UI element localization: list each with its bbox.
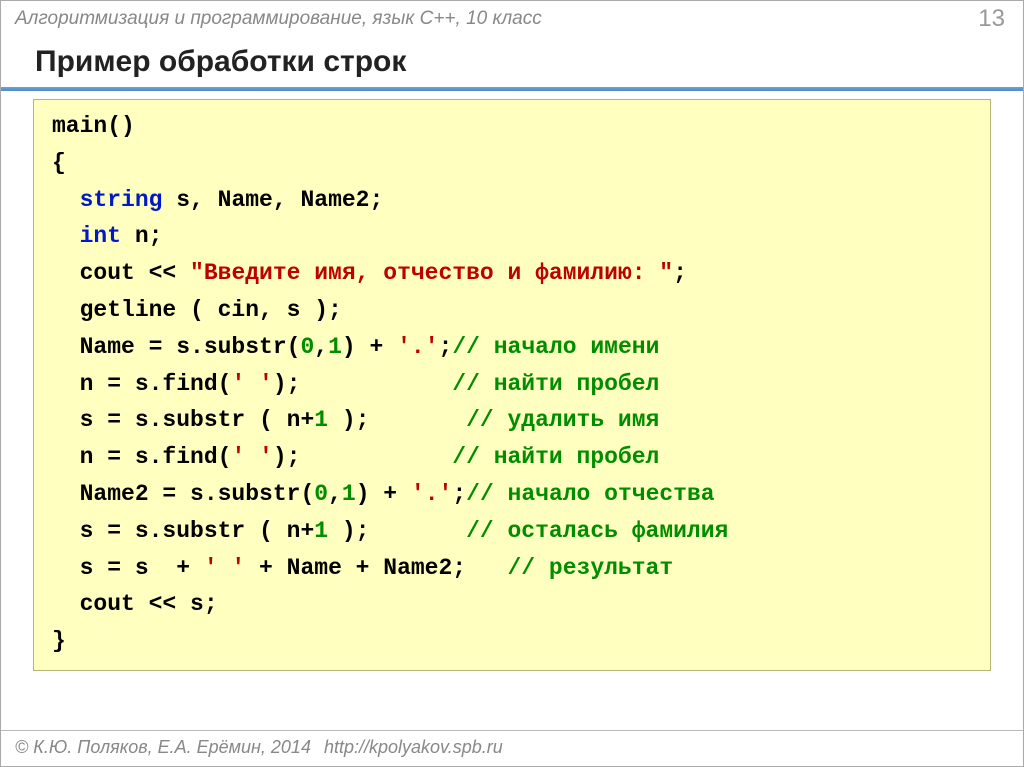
page-title: Пример обработки строк <box>1 39 1023 87</box>
code-text <box>52 187 80 213</box>
number: 1 <box>328 334 342 360</box>
footer-url: http://kpolyakov.spb.ru <box>324 737 503 757</box>
comment: // результат <box>508 555 674 581</box>
code-text: n = s.find( <box>52 371 231 397</box>
code-text: s = s.substr ( n+ <box>52 518 314 544</box>
code-text: s = s.substr ( n+ <box>52 407 314 433</box>
code-line: getline ( cin, s ); <box>52 297 342 323</box>
subject-text: Алгоритмизация и программирование, язык … <box>15 8 542 30</box>
comment: // найти пробел <box>452 371 659 397</box>
page-number: 13 <box>978 5 1009 33</box>
code-text: s, Name, Name2; <box>162 187 383 213</box>
code-text: cout << <box>52 260 190 286</box>
code-text: + Name + Name2; <box>245 555 507 581</box>
keyword: string <box>80 187 163 213</box>
code-line: main() <box>52 113 135 139</box>
code-block: main() { string s, Name, Name2; int n; c… <box>33 99 991 671</box>
comment: // найти пробел <box>452 444 659 470</box>
copyright-text: © К.Ю. Поляков, Е.А. Ерёмин, 2014 <box>15 737 311 757</box>
char-literal: ' ' <box>204 555 245 581</box>
code-text: ) + <box>356 481 411 507</box>
code-text: Name2 = s.substr( <box>52 481 314 507</box>
header-bar: Алгоритмизация и программирование, язык … <box>1 1 1023 39</box>
code-text: n; <box>121 223 162 249</box>
code-text: ); <box>273 371 452 397</box>
code-text: ; <box>673 260 687 286</box>
code-text: ); <box>328 407 466 433</box>
number: 0 <box>300 334 314 360</box>
number: 1 <box>314 518 328 544</box>
code-text: ) + <box>342 334 397 360</box>
comment: // удалить имя <box>466 407 659 433</box>
char-literal: ' ' <box>231 371 272 397</box>
char-literal: '.' <box>397 334 438 360</box>
code-line: } <box>52 628 66 654</box>
comment: // начало имени <box>452 334 659 360</box>
number: 1 <box>342 481 356 507</box>
char-literal: '.' <box>411 481 452 507</box>
code-text: , <box>314 334 328 360</box>
footer-bar: © К.Ю. Поляков, Е.А. Ерёмин, 2014 http:/… <box>1 730 1023 766</box>
number: 0 <box>314 481 328 507</box>
code-text: ; <box>452 481 466 507</box>
code-line: cout << s; <box>52 591 218 617</box>
char-literal: ' ' <box>231 444 272 470</box>
code-text <box>52 223 80 249</box>
slide: Алгоритмизация и программирование, язык … <box>0 0 1024 767</box>
code-text: n = s.find( <box>52 444 231 470</box>
code-text: , <box>328 481 342 507</box>
comment: // начало отчества <box>466 481 714 507</box>
title-rule <box>1 87 1023 91</box>
string-literal: "Введите имя, отчество и фамилию: " <box>190 260 673 286</box>
comment: // осталась фамилия <box>466 518 728 544</box>
code-text: ); <box>328 518 466 544</box>
number: 1 <box>314 407 328 433</box>
code-text: Name = s.substr( <box>52 334 300 360</box>
code-text: ; <box>439 334 453 360</box>
code-text: s = s + <box>52 555 204 581</box>
code-text: ); <box>273 444 452 470</box>
keyword: int <box>80 223 121 249</box>
code-line: { <box>52 150 66 176</box>
